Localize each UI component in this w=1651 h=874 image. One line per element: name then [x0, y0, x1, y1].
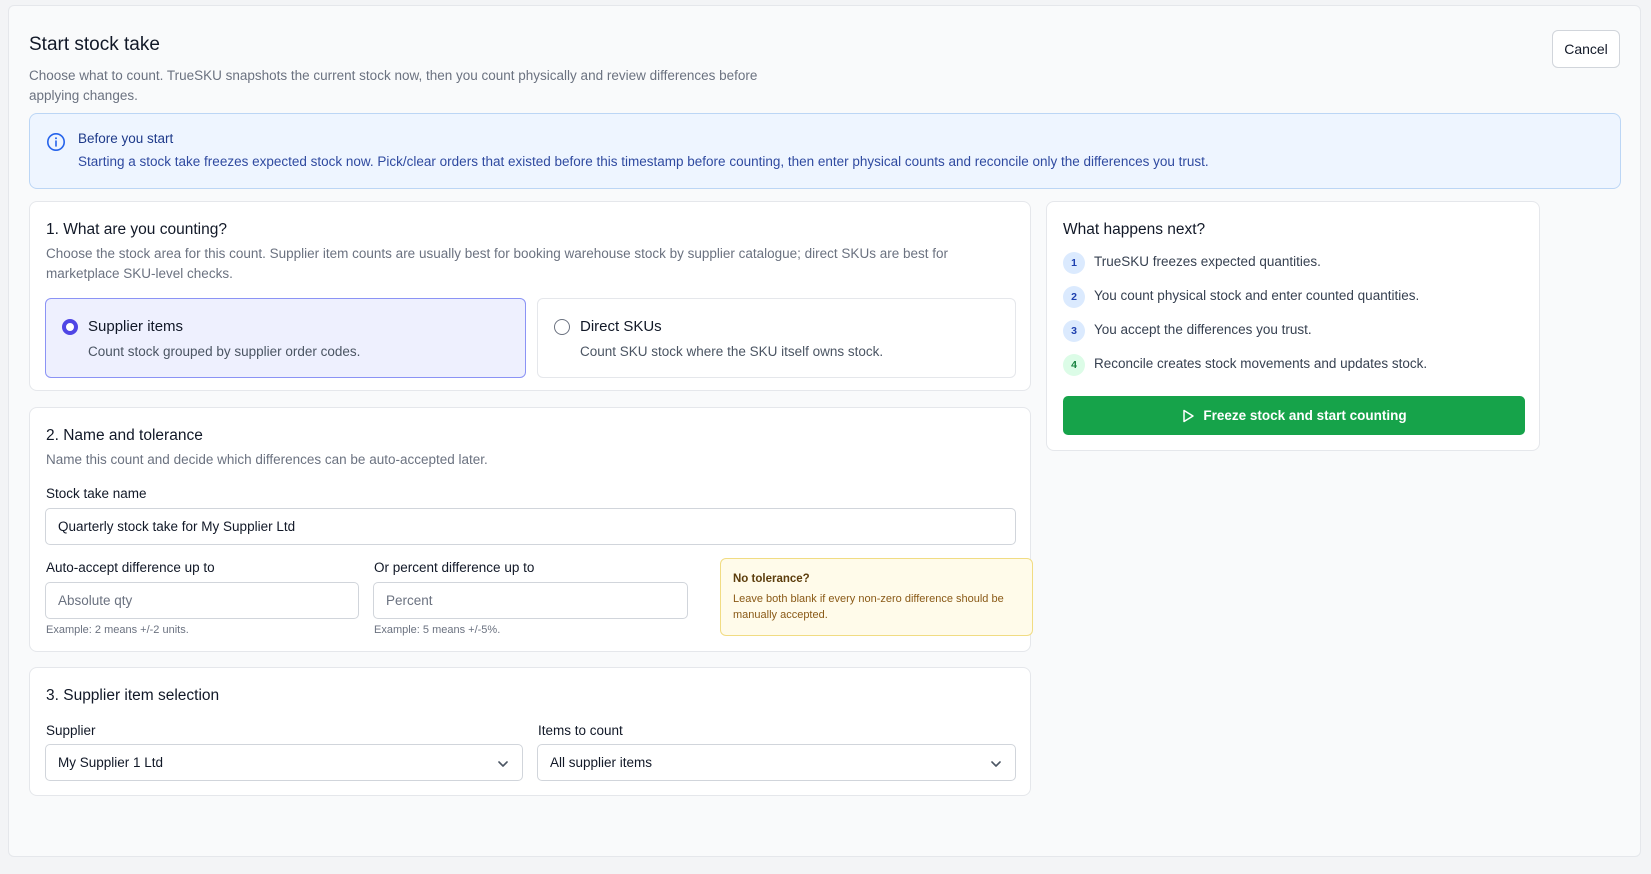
- step-text: You count physical stock and enter count…: [1094, 288, 1420, 303]
- stock-take-name-input[interactable]: [45, 508, 1016, 545]
- option-description: Count SKU stock where the SKU itself own…: [580, 344, 884, 359]
- next-steps-card: What happens next? 1 TrueSKU freezes exp…: [1046, 201, 1540, 451]
- freeze-button-label: Freeze stock and start counting: [1203, 408, 1407, 423]
- items-to-count-select[interactable]: All supplier items: [537, 744, 1016, 781]
- step-number: 4: [1063, 354, 1085, 376]
- play-icon: [1183, 409, 1195, 422]
- step-number: 1: [1063, 252, 1085, 274]
- info-banner-text: Starting a stock take freezes expected s…: [78, 154, 1209, 169]
- items-select-value: All supplier items: [550, 755, 653, 770]
- step-text: Reconcile creates stock movements and up…: [1094, 356, 1428, 371]
- percent-tolerance-input[interactable]: [373, 582, 688, 619]
- option-title: Direct SKUs: [580, 318, 662, 335]
- stock-take-name-label: Stock take name: [46, 486, 147, 501]
- next-steps-title: What happens next?: [1063, 221, 1206, 238]
- step-text: TrueSKU freezes expected quantities.: [1094, 254, 1321, 269]
- freeze-stock-button[interactable]: Freeze stock and start counting: [1063, 396, 1525, 435]
- chevron-down-icon: [991, 761, 1001, 767]
- supplier-select[interactable]: My Supplier 1 Ltd: [45, 744, 523, 781]
- chevron-down-icon: [498, 761, 508, 767]
- name-tolerance-card: 2. Name and tolerance Name this count an…: [29, 407, 1033, 652]
- info-banner-title: Before you start: [78, 131, 174, 146]
- option-title: Supplier items: [88, 318, 184, 335]
- step-number: 2: [1063, 286, 1085, 308]
- section-title: 1. What are you counting?: [46, 221, 227, 238]
- option-direct-skus[interactable]: Direct SKUs Count SKU stock where the SK…: [537, 298, 1016, 378]
- step-text: You accept the differences you trust.: [1094, 322, 1312, 337]
- absolute-tolerance-label: Auto-accept difference up to: [46, 560, 215, 575]
- percent-tolerance-hint: Example: 5 means +/-5%.: [374, 624, 501, 636]
- info-icon: [47, 133, 65, 151]
- items-to-count-label: Items to count: [538, 723, 623, 738]
- section-title: 3. Supplier item selection: [46, 687, 220, 704]
- cancel-button[interactable]: Cancel: [1552, 30, 1620, 68]
- page-subtitle: Choose what to count. TrueSKU snapshots …: [29, 68, 758, 103]
- supplier-selection-card: 3. Supplier item selection Supplier My S…: [29, 667, 1031, 796]
- note-text: Leave both blank if every non-zero diffe…: [733, 593, 1004, 621]
- counting-type-card: 1. What are you counting? Choose the sto…: [29, 201, 1031, 391]
- section-description: Choose the stock area for this count. Su…: [46, 246, 948, 281]
- absolute-tolerance-hint: Example: 2 means +/-2 units.: [46, 624, 189, 636]
- radio-direct-skus[interactable]: [554, 319, 570, 335]
- percent-tolerance-label: Or percent difference up to: [374, 560, 535, 575]
- section-description: Name this count and decide which differe…: [46, 452, 488, 467]
- option-description: Count stock grouped by supplier order co…: [88, 344, 361, 359]
- info-banner: Before you start Starting a stock take f…: [29, 113, 1621, 189]
- radio-supplier-items[interactable]: [62, 319, 78, 335]
- note-title: No tolerance?: [733, 573, 810, 585]
- supplier-label: Supplier: [46, 723, 96, 738]
- step-number: 3: [1063, 320, 1085, 342]
- no-tolerance-note: No tolerance? Leave both blank if every …: [720, 558, 1033, 636]
- page-title: Start stock take: [29, 34, 160, 55]
- supplier-select-value: My Supplier 1 Ltd: [58, 755, 164, 770]
- absolute-tolerance-input[interactable]: [45, 582, 359, 619]
- section-title: 2. Name and tolerance: [46, 427, 203, 444]
- stock-take-page: Start stock take Choose what to count. T…: [8, 5, 1641, 857]
- option-supplier-items[interactable]: Supplier items Count stock grouped by su…: [45, 298, 526, 378]
